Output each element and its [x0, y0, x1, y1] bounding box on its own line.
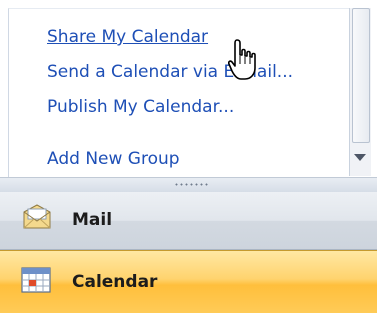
calendar-icon	[20, 266, 52, 298]
nav-button-mail[interactable]: Mail	[0, 192, 377, 250]
vertical-scrollbar[interactable]	[349, 8, 371, 176]
mail-icon	[20, 202, 54, 236]
calendar-links-panel: Share My Calendar Send a Calendar via E-…	[8, 8, 358, 177]
nav-calendar-label: Calendar	[72, 272, 158, 292]
add-new-group-link[interactable]: Add New Group	[47, 149, 180, 169]
send-calendar-via-email-link[interactable]: Send a Calendar via E-mail...	[47, 62, 293, 82]
nav-button-calendar[interactable]: Calendar	[0, 250, 377, 313]
share-my-calendar-link[interactable]: Share My Calendar	[47, 27, 208, 47]
nav-mail-label: Mail	[72, 210, 113, 230]
scrollbar-thumb[interactable]	[352, 8, 370, 143]
publish-my-calendar-link[interactable]: Publish My Calendar...	[47, 97, 234, 117]
navigation-pane-splitter[interactable]	[0, 177, 377, 193]
splitter-grip-icon[interactable]	[174, 183, 210, 186]
scroll-down-arrow-icon[interactable]	[354, 154, 366, 161]
